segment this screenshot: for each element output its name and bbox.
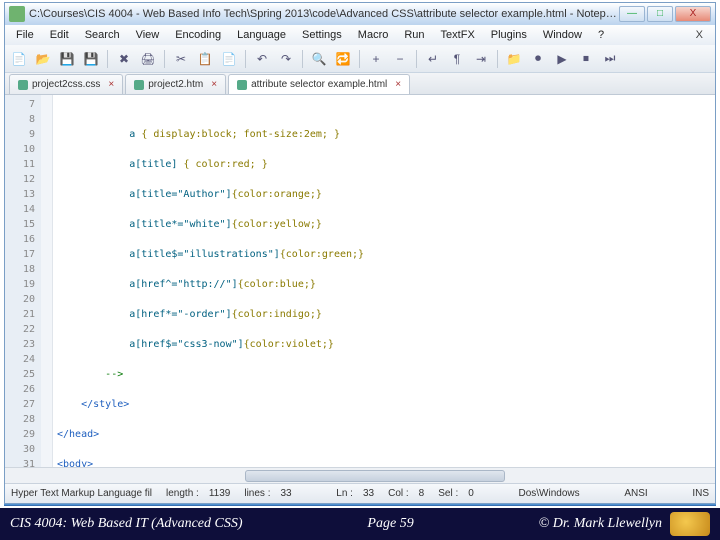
status-sel: 0: [468, 488, 474, 499]
copy-icon[interactable]: 📋: [195, 49, 215, 69]
close-icon[interactable]: ×: [108, 79, 114, 90]
toolbar-separator: [302, 50, 303, 68]
zoom-in-icon[interactable]: +: [366, 49, 386, 69]
editor-window: C:\Courses\CIS 4004 - Web Based Info Tec…: [4, 2, 716, 504]
footer-author: © Dr. Mark Llewellyn: [539, 517, 662, 531]
toolbar-separator: [416, 50, 417, 68]
macro-stop-icon[interactable]: ⏹: [576, 49, 596, 69]
status-lines: 33: [280, 488, 291, 499]
cut-icon[interactable]: ✂: [171, 49, 191, 69]
scrollbar-thumb[interactable]: [245, 470, 505, 482]
paste-icon[interactable]: 📄: [219, 49, 239, 69]
close-icon[interactable]: ×: [211, 79, 217, 90]
status-language: Hyper Text Markup Language fil: [11, 488, 152, 499]
code-content[interactable]: a { display:block; font-size:2em; } a[ti…: [53, 95, 715, 467]
menu-file[interactable]: File: [9, 27, 41, 43]
toolbar-separator: [107, 50, 108, 68]
zoom-out-icon[interactable]: −: [390, 49, 410, 69]
file-icon: [237, 80, 247, 90]
redo-icon[interactable]: ↷: [276, 49, 296, 69]
menu-language[interactable]: Language: [230, 27, 293, 43]
fold-margin: [41, 95, 53, 467]
replace-icon[interactable]: 🔁: [333, 49, 353, 69]
maximize-button[interactable]: □: [647, 6, 673, 22]
status-eol: Dos\Windows: [518, 488, 579, 499]
close-file-icon[interactable]: ✖: [114, 49, 134, 69]
menubar: File Edit Search View Encoding Language …: [5, 25, 715, 45]
line-gutter: 7891011121314151617181920212223242526272…: [5, 95, 41, 467]
app-icon: [9, 6, 25, 22]
titlebar: C:\Courses\CIS 4004 - Web Based Info Tec…: [5, 3, 715, 25]
toolbar-separator: [164, 50, 165, 68]
close-icon[interactable]: ×: [395, 79, 401, 90]
toolbar-separator: [245, 50, 246, 68]
tabbar: project2css.css× project2.htm× attribute…: [5, 73, 715, 95]
menu-close-x[interactable]: X: [688, 27, 711, 43]
tab-project2htm[interactable]: project2.htm×: [125, 74, 226, 94]
menu-view[interactable]: View: [129, 27, 167, 43]
footer-page: Page 59: [243, 517, 539, 531]
menu-window[interactable]: Window: [536, 27, 589, 43]
showchars-icon[interactable]: ¶: [447, 49, 467, 69]
menu-settings[interactable]: Settings: [295, 27, 349, 43]
status-mode: INS: [692, 488, 709, 499]
macro-multi-icon[interactable]: ⏭: [600, 49, 620, 69]
menu-search[interactable]: Search: [78, 27, 127, 43]
slide-separator: [4, 504, 716, 506]
minimize-button[interactable]: —: [619, 6, 645, 22]
file-icon: [134, 80, 144, 90]
undo-icon[interactable]: ↶: [252, 49, 272, 69]
menu-edit[interactable]: Edit: [43, 27, 76, 43]
menu-help[interactable]: ?: [591, 27, 611, 43]
status-col: 8: [419, 488, 425, 499]
menu-encoding[interactable]: Encoding: [168, 27, 228, 43]
save-all-icon[interactable]: 💾: [81, 49, 101, 69]
macro-rec-icon[interactable]: ⏺: [528, 49, 548, 69]
horizontal-scrollbar[interactable]: [5, 467, 715, 483]
close-button[interactable]: X: [675, 6, 711, 22]
editor-area[interactable]: 7891011121314151617181920212223242526272…: [5, 95, 715, 467]
indent-icon[interactable]: ⇥: [471, 49, 491, 69]
file-icon: [18, 80, 28, 90]
wordwrap-icon[interactable]: ↵: [423, 49, 443, 69]
folder-icon[interactable]: 📁: [504, 49, 524, 69]
new-file-icon[interactable]: 📄: [9, 49, 29, 69]
status-length: 1139: [209, 488, 231, 499]
open-file-icon[interactable]: 📂: [33, 49, 53, 69]
window-title: C:\Courses\CIS 4004 - Web Based Info Tec…: [29, 8, 619, 20]
menu-macro[interactable]: Macro: [351, 27, 396, 43]
status-ln: 33: [363, 488, 374, 499]
status-encoding: ANSI: [624, 488, 647, 499]
footer-logo-icon: [670, 512, 710, 536]
find-icon[interactable]: 🔍: [309, 49, 329, 69]
toolbar-separator: [359, 50, 360, 68]
toolbar: 📄 📂 💾 💾 ✖ 🖨 ✂ 📋 📄 ↶ ↷ 🔍 🔁 + − ↵ ¶ ⇥: [5, 45, 715, 73]
statusbar: Hyper Text Markup Language fil length :1…: [5, 483, 715, 503]
tab-attribute-selector[interactable]: attribute selector example.html×: [228, 74, 410, 94]
menu-run[interactable]: Run: [397, 27, 431, 43]
tab-project2css[interactable]: project2css.css×: [9, 74, 123, 94]
macro-play-icon[interactable]: ▶: [552, 49, 572, 69]
slide-footer: CIS 4004: Web Based IT (Advanced CSS) Pa…: [0, 508, 720, 540]
menu-textfx[interactable]: TextFX: [434, 27, 482, 43]
print-icon[interactable]: 🖨: [138, 49, 158, 69]
toolbar-separator: [497, 50, 498, 68]
save-icon[interactable]: 💾: [57, 49, 77, 69]
menu-plugins[interactable]: Plugins: [484, 27, 534, 43]
footer-course: CIS 4004: Web Based IT (Advanced CSS): [10, 517, 243, 531]
